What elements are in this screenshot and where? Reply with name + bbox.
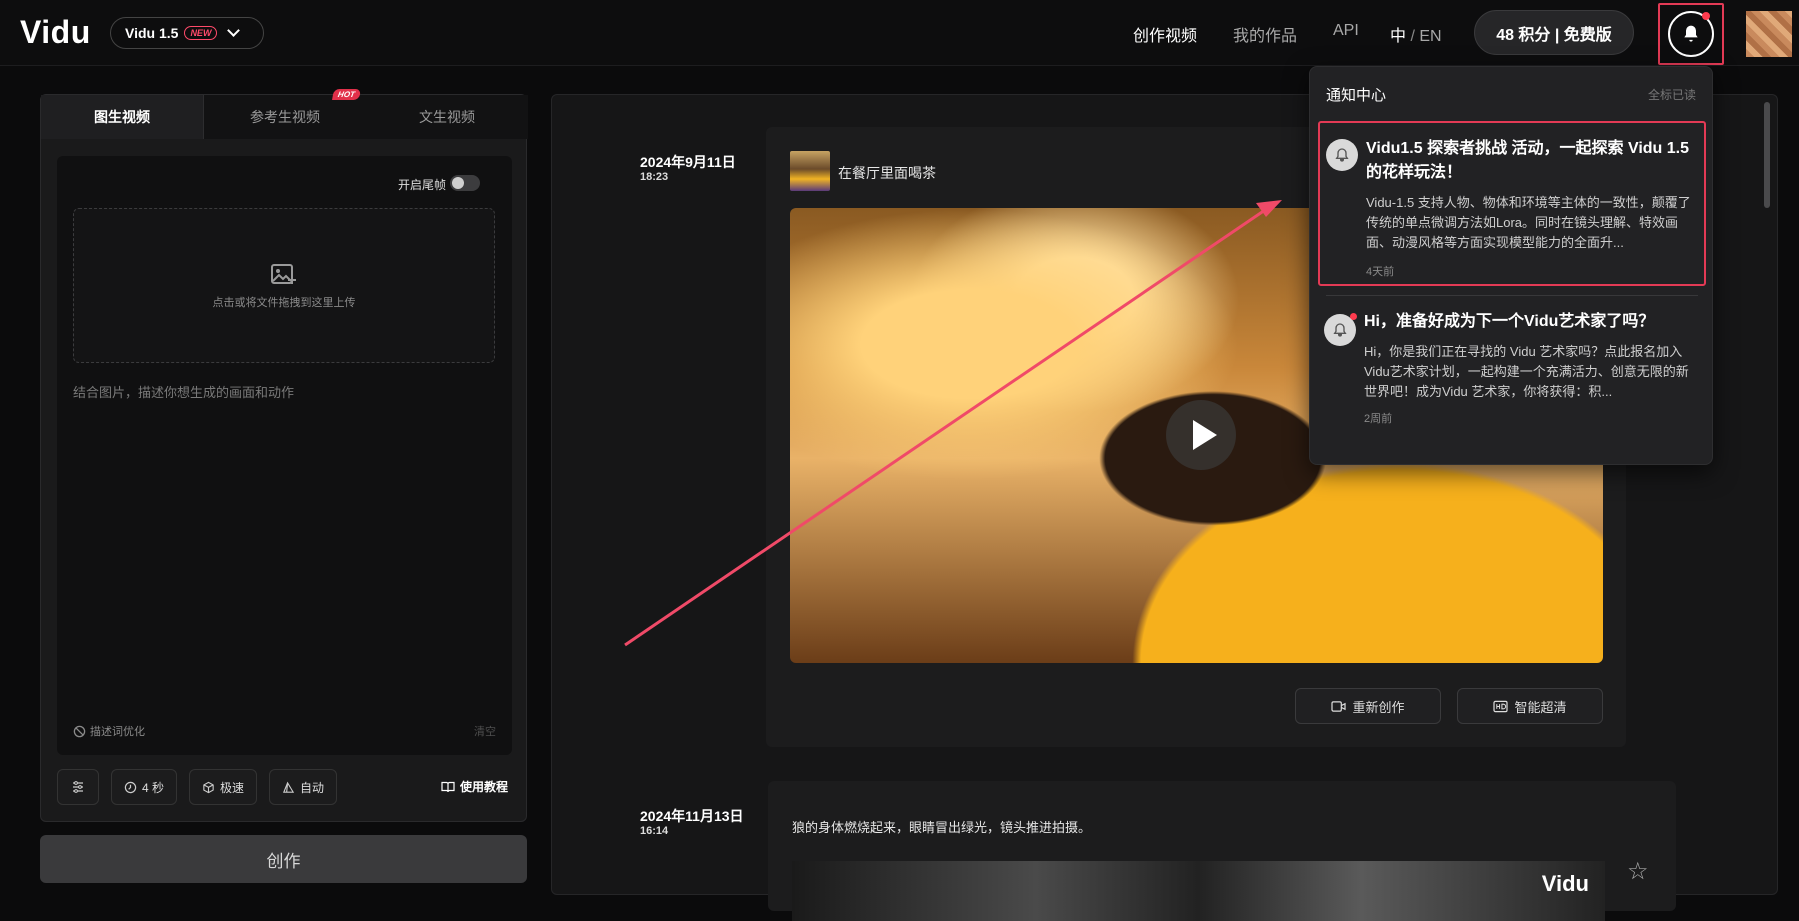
cube-icon bbox=[203, 781, 214, 793]
tab-text-to-video[interactable]: 文生视频 bbox=[366, 95, 528, 139]
speed-button[interactable]: 极速 bbox=[189, 769, 258, 805]
nav-my-works[interactable]: 我的作品 bbox=[1233, 22, 1297, 46]
bell-icon bbox=[1684, 25, 1698, 42]
upscale-label: 智能超清 bbox=[1514, 699, 1567, 715]
end-frame-toggle[interactable] bbox=[450, 175, 480, 191]
motion-label: 自动 bbox=[300, 780, 325, 795]
video-camera-icon bbox=[1331, 700, 1347, 712]
lang-switch[interactable]: 中 / EN bbox=[1390, 22, 1442, 46]
image-upload-area[interactable]: 点击或将文件拖拽到这里上传 bbox=[73, 208, 495, 363]
favorite-star-icon[interactable]: ☆ bbox=[1627, 857, 1649, 886]
prompt-input[interactable]: 结合图片，描述你想生成的画面和动作 bbox=[73, 382, 294, 401]
top-bar: Vidu Vidu 1.5 NEW 创作视频 我的作品 API 中 / EN 4… bbox=[0, 0, 1799, 66]
mark-all-read-button[interactable]: 全标已读 bbox=[1648, 86, 1696, 103]
prompt-optimize-toggle[interactable]: 描述词优化 bbox=[73, 723, 145, 739]
divider bbox=[1326, 295, 1698, 296]
new-badge: NEW bbox=[184, 26, 218, 40]
optimize-label: 描述词优化 bbox=[90, 726, 145, 738]
video-card-2: 狼的身体燃烧起来，眼睛冒出绿光，镜头推进拍摄。 Vidu bbox=[768, 781, 1676, 921]
tutorial-label: 使用教程 bbox=[459, 780, 508, 794]
duration-label: 4 秒 bbox=[142, 780, 165, 795]
notification-heading: Vidu1.5 探索者挑战 活动，一起探索 Vidu 1.5 的花样玩法！ bbox=[1366, 140, 1690, 181]
create-button[interactable]: 创作 bbox=[40, 835, 527, 883]
input-box: 开启尾帧 点击或将文件拖拽到这里上传 结合图片，描述你想生成的画面和动作 描述词… bbox=[57, 156, 512, 755]
image-add-icon bbox=[271, 263, 296, 284]
options-row: 4 秒 极速 自动 bbox=[57, 769, 338, 805]
hd-icon bbox=[1493, 700, 1509, 712]
book-icon bbox=[441, 781, 455, 792]
video-player-2[interactable]: Vidu bbox=[792, 861, 1605, 921]
avatar[interactable] bbox=[1746, 11, 1792, 57]
notification-title: 通知中心 bbox=[1326, 87, 1387, 104]
model-selector[interactable]: Vidu 1.5 NEW bbox=[110, 17, 264, 49]
lang-separator: / bbox=[1410, 28, 1415, 45]
notification-time: 2周前 bbox=[1364, 413, 1393, 425]
recreate-button[interactable]: 重新创作 bbox=[1295, 688, 1441, 724]
motion-button[interactable]: 自动 bbox=[269, 769, 338, 805]
upload-hint: 点击或将文件拖拽到这里上传 bbox=[212, 296, 356, 309]
points-button[interactable]: 48 积分 | 免费版 bbox=[1474, 10, 1634, 55]
clock-icon bbox=[124, 781, 137, 793]
notification-body: Hi，你是我们正在寻找的 Vidu 艺术家吗？点此报名加入Vidu艺术家计划，一… bbox=[1364, 344, 1689, 399]
bell-highlight-frame bbox=[1658, 3, 1724, 65]
upscale-button[interactable]: 智能超清 bbox=[1457, 688, 1603, 724]
notification-dot bbox=[1702, 12, 1710, 20]
tab-reference-to-video[interactable]: 参考生视频 bbox=[204, 95, 366, 139]
play-icon[interactable] bbox=[1166, 400, 1236, 470]
lang-en[interactable]: EN bbox=[1419, 28, 1441, 45]
notification-time: 4天前 bbox=[1366, 266, 1395, 278]
disabled-icon bbox=[73, 725, 86, 737]
logo[interactable]: Vidu bbox=[20, 14, 91, 51]
mode-tabs: 图生视频 参考生视频 文生视频 bbox=[41, 95, 528, 139]
video-prompt: 在餐厅里面喝茶 bbox=[838, 165, 936, 181]
notification-body: Vidu-1.5 支持人物、物体和环境等主体的一致性，颠覆了传统的单点微调方法如… bbox=[1366, 195, 1691, 250]
notification-item[interactable]: Vidu1.5 探索者挑战 活动，一起探索 Vidu 1.5 的花样玩法！ Vi… bbox=[1318, 121, 1706, 286]
tutorial-link[interactable]: 使用教程 bbox=[441, 778, 508, 795]
item1-time: 18:23 bbox=[640, 171, 669, 183]
nav-api[interactable]: API bbox=[1333, 22, 1359, 40]
sliders-icon bbox=[73, 781, 83, 793]
notification-heading: Hi，准备好成为下一个Vidu艺术家了吗？ bbox=[1364, 313, 1655, 330]
speed-label: 极速 bbox=[220, 780, 245, 795]
nav-create-video[interactable]: 创作视频 bbox=[1133, 22, 1197, 46]
end-frame-label: 开启尾帧 bbox=[397, 178, 446, 192]
source-thumbnail[interactable] bbox=[790, 151, 830, 191]
model-label: Vidu 1.5 bbox=[125, 25, 179, 41]
video-prompt-2: 狼的身体燃烧起来，眼睛冒出绿光，镜头推进拍摄。 bbox=[792, 820, 1092, 835]
settings-button[interactable] bbox=[57, 769, 99, 805]
notification-center: 通知中心 全标已读 Vidu1.5 探索者挑战 活动，一起探索 Vidu 1.5… bbox=[1309, 66, 1713, 465]
lang-zh[interactable]: 中 bbox=[1390, 28, 1406, 45]
scrollbar[interactable] bbox=[1764, 102, 1770, 208]
item1-date: 2024年9月11日 bbox=[640, 154, 736, 170]
motion-icon bbox=[283, 781, 295, 793]
video-watermark: Vidu bbox=[1541, 871, 1589, 896]
bell-icon bbox=[1326, 139, 1358, 171]
recreate-label: 重新创作 bbox=[1352, 699, 1405, 715]
duration-button[interactable]: 4 秒 bbox=[111, 769, 178, 805]
item2-date: 2024年11月13日 bbox=[640, 808, 744, 824]
unread-dot bbox=[1350, 313, 1357, 320]
tab-image-to-video[interactable]: 图生视频 bbox=[41, 95, 204, 139]
chevron-down-icon bbox=[227, 24, 241, 37]
item2-time: 16:14 bbox=[640, 825, 669, 837]
creation-panel: 图生视频 参考生视频 文生视频 HOT 开启尾帧 点击或将文件拖拽到这里上传 结… bbox=[40, 89, 528, 822]
notification-item[interactable]: Hi，准备好成为下一个Vidu艺术家了吗？ Hi，你是我们正在寻找的 Vidu … bbox=[1318, 304, 1706, 454]
hot-badge: HOT bbox=[332, 89, 361, 100]
clear-button[interactable]: 清空 bbox=[474, 723, 496, 739]
